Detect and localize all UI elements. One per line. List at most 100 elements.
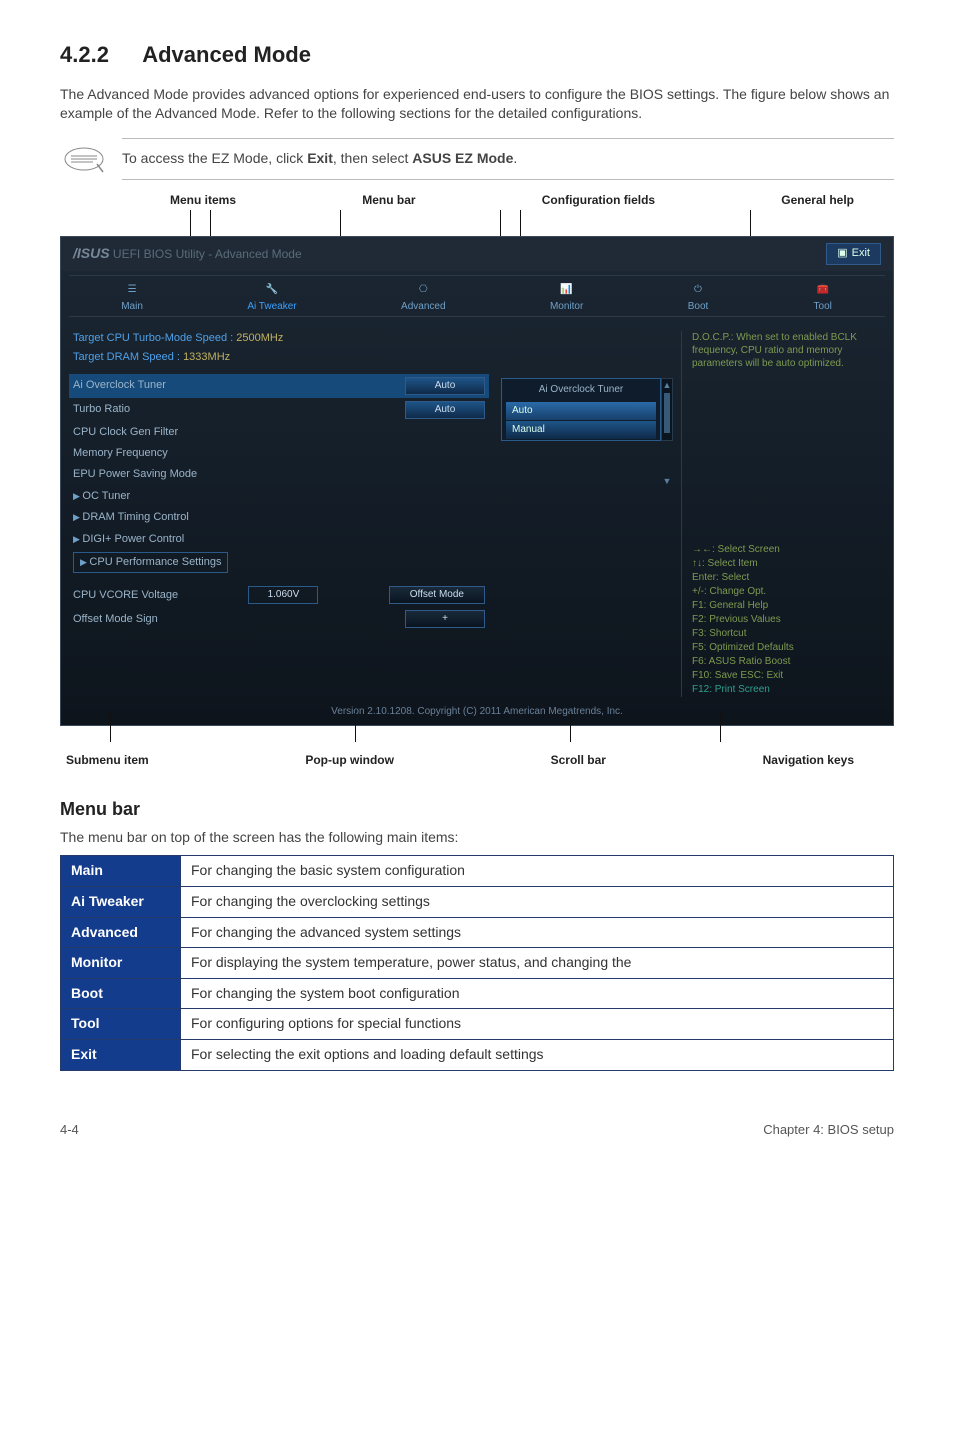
wrench-icon: 🔧 [262, 282, 282, 298]
item-offset-sign[interactable]: Offset Mode Sign + [73, 607, 485, 631]
table-val: For configuring options for special func… [181, 1009, 894, 1040]
scroll-down-icon[interactable]: ▼ [662, 475, 672, 488]
submenu-digi-power[interactable]: DIGI+ Power Control [73, 529, 485, 550]
exit-button[interactable]: ▣ Exit [826, 243, 881, 264]
badge-auto[interactable]: Auto [405, 401, 485, 419]
bios-footer: Version 2.10.1208. Copyright (C) 2011 Am… [61, 701, 893, 719]
item-offset-sign-label: Offset Mode Sign [73, 612, 158, 627]
table-key-main: Main [61, 856, 181, 887]
tab-ai-tweaker[interactable]: 🔧 Ai Tweaker [247, 282, 296, 314]
table-val: For changing the overclocking settings [181, 886, 894, 917]
exit-icon: ▣ [837, 246, 847, 261]
submenu-oc-tuner-label: OC Tuner [82, 490, 130, 502]
list-icon: ☰ [122, 282, 142, 298]
power-icon: ⏻ [688, 282, 708, 298]
bios-titlebar: /ISUS UEFI BIOS Utility - Advanced Mode … [61, 237, 893, 270]
tab-monitor-label: Monitor [550, 300, 583, 314]
label-general-help: General help [781, 192, 854, 209]
note-callout: To access the EZ Mode, click Exit, then … [60, 138, 894, 180]
tab-ai-label: Ai Tweaker [247, 300, 296, 314]
table-key-monitor: Monitor [61, 948, 181, 979]
item-vcore-label: CPU VCORE Voltage [73, 588, 178, 603]
table-val: For changing the system boot configurati… [181, 978, 894, 1009]
tab-main-label: Main [121, 300, 143, 314]
tab-advanced[interactable]: ⎔ Advanced [401, 282, 445, 314]
exit-label: Exit [852, 246, 870, 261]
popup-title: Ai Overclock Tuner [502, 379, 660, 401]
label-popup-window: Pop-up window [305, 752, 394, 769]
item-cpu-clock-filter[interactable]: CPU Clock Gen Filter [73, 422, 485, 443]
item-cpu-vcore[interactable]: CPU VCORE Voltage 1.060V Offset Mode [73, 583, 485, 607]
table-val: For changing the advanced system setting… [181, 917, 894, 948]
badge-offset-mode[interactable]: Offset Mode [389, 586, 485, 604]
tab-boot-label: Boot [688, 300, 709, 314]
item-turbo-ratio[interactable]: Turbo Ratio Auto [73, 398, 485, 422]
label-submenu-item: Submenu item [66, 752, 149, 769]
scroll-up-icon[interactable]: ▲ [662, 379, 672, 392]
submenu-digi-label: DIGI+ Power Control [82, 533, 184, 545]
tab-tool-label: Tool [814, 300, 832, 314]
badge-plus[interactable]: + [405, 610, 485, 628]
page-footer: 4-4 Chapter 4: BIOS setup [60, 1121, 894, 1139]
submenu-cpu-perf[interactable]: CPU Performance Settings [73, 552, 228, 573]
item-ai-overclock[interactable]: Ai Overclock Tuner Auto [69, 374, 489, 398]
chapter-label: Chapter 4: BIOS setup [763, 1121, 894, 1139]
table-key-boot: Boot [61, 978, 181, 1009]
bios-screenshot: /ISUS UEFI BIOS Utility - Advanced Mode … [60, 236, 894, 725]
tab-main[interactable]: ☰ Main [121, 282, 143, 314]
submenu-oc-tuner[interactable]: OC Tuner [73, 486, 485, 507]
figure-bottom-labels: Submenu item Pop-up window Scroll bar Na… [60, 746, 894, 769]
popup-window: Ai Overclock Tuner Auto Manual [501, 378, 661, 441]
menu-bar-desc: The menu bar on top of the screen has th… [60, 828, 894, 848]
label-config-fields: Configuration fields [542, 192, 655, 209]
menu-bar-heading: Menu bar [60, 797, 894, 822]
page-number: 4-4 [60, 1121, 79, 1139]
item-ai-overclock-label: Ai Overclock Tuner [73, 378, 166, 393]
table-key-tool: Tool [61, 1009, 181, 1040]
target-dram-line: Target DRAM Speed : 1333MHz [73, 350, 671, 365]
section-heading: 4.2.2 Advanced Mode [60, 40, 894, 71]
item-cpu-clock-label: CPU Clock Gen Filter [73, 425, 178, 440]
label-navigation-keys: Navigation keys [763, 752, 854, 769]
item-memory-freq-label: Memory Frequency [73, 446, 168, 461]
general-help-text: D.O.C.P.: When set to enabled BCLK frequ… [692, 331, 881, 370]
item-turbo-ratio-label: Turbo Ratio [73, 402, 130, 417]
table-key-ai: Ai Tweaker [61, 886, 181, 917]
table-val: For changing the basic system configurat… [181, 856, 894, 887]
table-row: AdvancedFor changing the advanced system… [61, 917, 894, 948]
table-val: For displaying the system temperature, p… [181, 948, 894, 979]
tab-monitor[interactable]: 📊 Monitor [550, 282, 583, 314]
note-icon [60, 141, 108, 177]
menu-bar-table: MainFor changing the basic system config… [60, 855, 894, 1070]
chip-icon: ⎔ [413, 282, 433, 298]
note-text: To access the EZ Mode, click Exit, then … [122, 150, 517, 166]
vcore-value: 1.060V [248, 586, 318, 604]
section-number: 4.2.2 [60, 40, 109, 71]
table-key-exit: Exit [61, 1039, 181, 1070]
submenu-dram-label: DRAM Timing Control [82, 511, 188, 523]
submenu-cpu-perf-label: CPU Performance Settings [89, 556, 221, 568]
table-val: For selecting the exit options and loadi… [181, 1039, 894, 1070]
item-memory-freq[interactable]: Memory Frequency [73, 443, 485, 464]
bios-subtitle: UEFI BIOS Utility - Advanced Mode [113, 247, 302, 261]
label-scroll-bar: Scroll bar [551, 752, 606, 769]
label-menu-bar: Menu bar [362, 192, 415, 209]
table-row: ExitFor selecting the exit options and l… [61, 1039, 894, 1070]
popup-opt-auto[interactable]: Auto [506, 402, 656, 420]
scroll-bar[interactable]: ▲ ▼ [661, 378, 673, 441]
tab-advanced-label: Advanced [401, 300, 445, 314]
tab-tool[interactable]: 🧰 Tool [813, 282, 833, 314]
toolbox-icon: 🧰 [813, 282, 833, 298]
submenu-dram-timing[interactable]: DRAM Timing Control [73, 507, 485, 528]
table-row: MainFor changing the basic system config… [61, 856, 894, 887]
bios-tabs: ☰ Main 🔧 Ai Tweaker ⎔ Advanced 📊 Monitor… [69, 275, 885, 317]
scroll-thumb[interactable] [664, 393, 670, 433]
popup-opt-manual[interactable]: Manual [506, 421, 656, 439]
table-row: ToolFor configuring options for special … [61, 1009, 894, 1040]
tab-boot[interactable]: ⏻ Boot [688, 282, 709, 314]
item-epu-label: EPU Power Saving Mode [73, 467, 197, 482]
badge-auto[interactable]: Auto [405, 377, 485, 395]
item-epu-saving[interactable]: EPU Power Saving Mode [73, 464, 485, 485]
intro-paragraph: The Advanced Mode provides advanced opti… [60, 85, 894, 124]
figure-top-labels: Menu items Menu bar Configuration fields… [60, 184, 894, 211]
